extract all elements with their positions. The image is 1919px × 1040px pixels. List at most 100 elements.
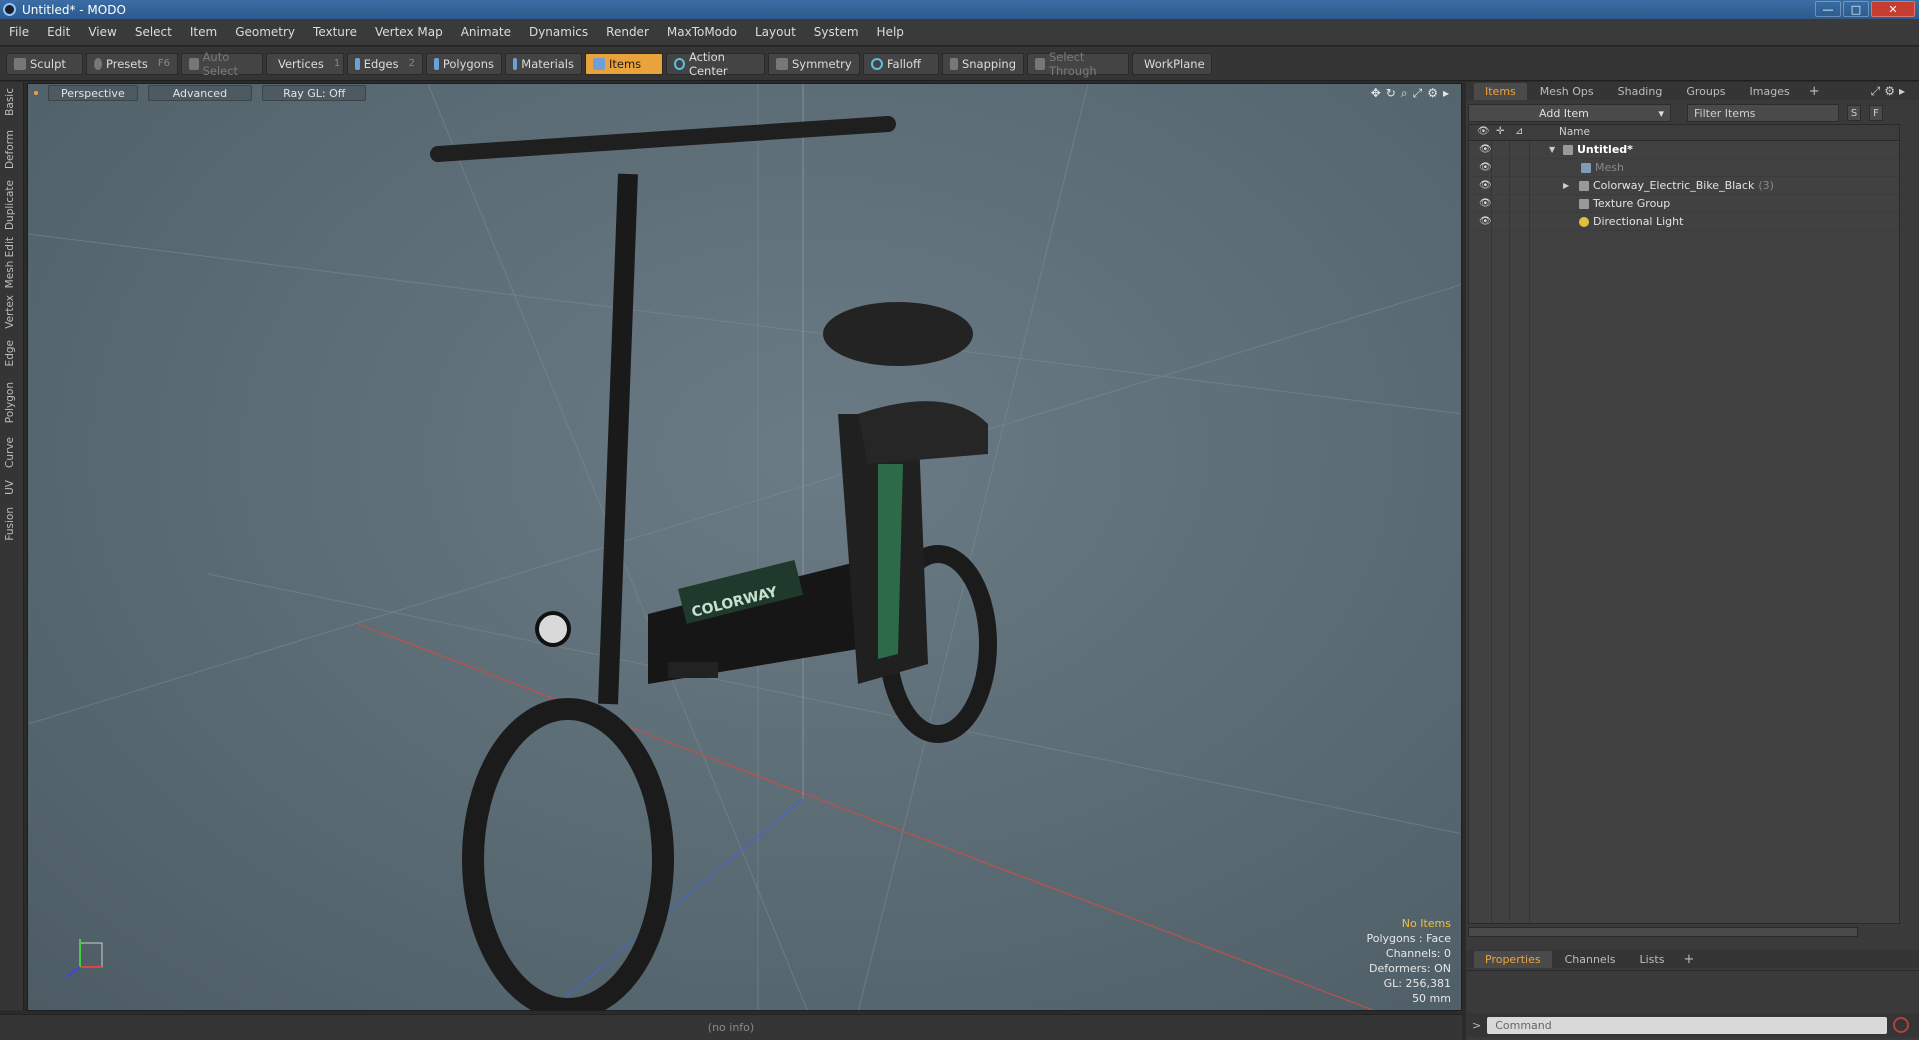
axis-cube bbox=[79, 942, 103, 968]
edges-button[interactable]: Edges 2 bbox=[347, 52, 423, 75]
command-input[interactable]: Command bbox=[1487, 1016, 1888, 1034]
tab-polygon[interactable]: Polygon bbox=[4, 382, 16, 423]
tab-vertex[interactable]: Vertex bbox=[4, 295, 16, 329]
rotate-icon[interactable]: ↻ bbox=[1386, 86, 1396, 101]
list-item-directional-light[interactable]: 👁 Directional Light bbox=[1469, 213, 1899, 231]
workplane-button[interactable]: WorkPlane bbox=[1132, 52, 1212, 75]
selection-info: No Items bbox=[1401, 917, 1451, 930]
menu-maxtomodo[interactable]: MaxToModo bbox=[658, 25, 746, 39]
visibility-eye-icon[interactable]: 👁 bbox=[1479, 180, 1492, 191]
close-button[interactable]: ✕ bbox=[1871, 1, 1915, 17]
command-record-icon[interactable] bbox=[1893, 1017, 1910, 1033]
list-item-bike[interactable]: 👁 ▶ Colorway_Electric_Bike_Black (3) bbox=[1469, 177, 1899, 195]
tab-edge[interactable]: Edge bbox=[4, 340, 16, 366]
items-tabs: Items Mesh Ops Shading Groups Images + ⤢… bbox=[1466, 82, 1919, 100]
visibility-column-icon[interactable]: 👁 bbox=[1477, 126, 1490, 137]
fit-icon[interactable]: ⤢ bbox=[1413, 86, 1423, 101]
menu-animate[interactable]: Animate bbox=[452, 25, 520, 39]
presets-button[interactable]: Presets F6 bbox=[86, 52, 178, 75]
mesh-icon bbox=[1581, 162, 1591, 173]
list-item-untitled[interactable]: 👁 ▼ Untitled* bbox=[1469, 141, 1899, 159]
tab-basic[interactable]: Basic bbox=[4, 88, 16, 116]
tab-mesh-ops[interactable]: Mesh Ops bbox=[1529, 83, 1605, 100]
auto-select-button[interactable]: Auto Select bbox=[181, 50, 263, 78]
tab-uv[interactable]: UV bbox=[4, 480, 16, 495]
polygons-button[interactable]: Polygons bbox=[426, 52, 502, 75]
menu-texture[interactable]: Texture bbox=[304, 25, 366, 39]
menu-vertex-map[interactable]: Vertex Map bbox=[366, 25, 452, 39]
s-button[interactable]: S bbox=[1847, 105, 1861, 121]
f-button[interactable]: F bbox=[1869, 105, 1883, 121]
viewport-menu-arrow-icon[interactable]: ▸ bbox=[1443, 86, 1449, 101]
view-type-button[interactable]: Perspective bbox=[48, 85, 138, 101]
menu-select[interactable]: Select bbox=[126, 25, 181, 39]
shading-mode-button[interactable]: Advanced bbox=[147, 85, 253, 101]
menu-item[interactable]: Item bbox=[181, 25, 226, 39]
menu-render[interactable]: Render bbox=[597, 25, 658, 39]
add-item-dropdown[interactable]: Add Item ▾ bbox=[1468, 104, 1671, 122]
settings-gear-icon[interactable]: ⚙ bbox=[1427, 86, 1438, 101]
menu-dynamics[interactable]: Dynamics bbox=[520, 25, 597, 39]
action-center-button[interactable]: Action Center bbox=[666, 50, 765, 78]
col-sep-2 bbox=[1509, 125, 1510, 925]
tab-deform[interactable]: Deform bbox=[4, 130, 16, 169]
deformers-info: Deformers: ON bbox=[1369, 962, 1451, 975]
zoom-icon[interactable]: ⌕ bbox=[1401, 86, 1408, 101]
tab-duplicate[interactable]: Duplicate bbox=[4, 180, 16, 230]
tab-curve[interactable]: Curve bbox=[4, 437, 16, 468]
list-item-mesh[interactable]: 👁 Mesh bbox=[1469, 159, 1899, 177]
falloff-icon bbox=[871, 57, 883, 70]
visibility-eye-icon[interactable]: 👁 bbox=[1479, 216, 1492, 227]
tab-lists[interactable]: Lists bbox=[1629, 951, 1676, 968]
tab-fusion[interactable]: Fusion bbox=[4, 507, 16, 541]
filter-items-input[interactable]: Filter Items bbox=[1687, 104, 1839, 122]
visibility-eye-icon[interactable]: 👁 bbox=[1479, 162, 1492, 173]
list-item-texture-group[interactable]: 👁 Texture Group bbox=[1469, 195, 1899, 213]
visibility-eye-icon[interactable]: 👁 bbox=[1479, 198, 1492, 209]
pan-icon[interactable]: ✥ bbox=[1371, 86, 1381, 101]
materials-button[interactable]: Materials bbox=[505, 52, 582, 75]
menu-system[interactable]: System bbox=[805, 25, 868, 39]
tab-groups[interactable]: Groups bbox=[1675, 83, 1736, 100]
items-button[interactable]: Items bbox=[585, 52, 663, 75]
menu-view[interactable]: View bbox=[79, 25, 125, 39]
visibility-eye-icon[interactable]: 👁 bbox=[1479, 144, 1492, 155]
maximize-button[interactable]: □ bbox=[1843, 1, 1869, 17]
electric-bike-model[interactable] bbox=[430, 116, 997, 1010]
tab-channels[interactable]: Channels bbox=[1554, 951, 1627, 968]
gl-info: GL: 256,381 bbox=[1383, 977, 1451, 990]
menu-geometry[interactable]: Geometry bbox=[226, 25, 304, 39]
expand-arrow-icon[interactable]: ▶ bbox=[1563, 181, 1569, 190]
expand-arrow-icon[interactable]: ▼ bbox=[1549, 145, 1555, 154]
raygl-toggle[interactable]: Ray GL: Off bbox=[262, 85, 367, 101]
panel-options-icons[interactable]: ⤢⚙▸ bbox=[1871, 84, 1909, 99]
3d-viewport[interactable]: COLORWAY Perspective Advanced Ray GL: Of… bbox=[27, 83, 1462, 1011]
menu-edit[interactable]: Edit bbox=[38, 25, 79, 39]
tab-shading[interactable]: Shading bbox=[1607, 83, 1674, 100]
properties-tabs: Properties Channels Lists + bbox=[1466, 950, 1919, 968]
select-through-button[interactable]: Select Through bbox=[1027, 50, 1129, 78]
main-toolbar: Sculpt Presets F6 Auto Select Vertices 1 E… bbox=[0, 47, 1919, 81]
symmetry-button[interactable]: Symmetry bbox=[768, 52, 860, 75]
snapping-button[interactable]: Snapping bbox=[942, 52, 1024, 75]
minimize-button[interactable]: — bbox=[1815, 1, 1841, 17]
lock-column-icon[interactable]: ✛ bbox=[1496, 126, 1504, 137]
add-tab-icon[interactable]: + bbox=[1677, 952, 1700, 967]
menu-layout[interactable]: Layout bbox=[746, 25, 805, 39]
tab-images[interactable]: Images bbox=[1739, 83, 1801, 100]
sculpt-button[interactable]: Sculpt bbox=[6, 52, 83, 75]
tab-items[interactable]: Items bbox=[1474, 82, 1527, 100]
seat bbox=[823, 302, 973, 366]
menu-help[interactable]: Help bbox=[868, 25, 913, 39]
items-icon bbox=[593, 57, 605, 70]
render-column-icon[interactable]: ⊿ bbox=[1515, 126, 1523, 137]
tab-mesh-edit[interactable]: Mesh Edit bbox=[4, 237, 16, 288]
add-tab-icon[interactable]: + bbox=[1803, 84, 1826, 99]
item-list-scrollbar[interactable] bbox=[1468, 927, 1858, 937]
vertices-button[interactable]: Vertices 1 bbox=[266, 52, 344, 75]
name-column-header[interactable]: Name bbox=[1559, 126, 1590, 138]
menu-file[interactable]: File bbox=[0, 25, 38, 39]
falloff-button[interactable]: Falloff bbox=[863, 52, 939, 75]
modo-app-icon bbox=[3, 3, 16, 16]
tab-properties[interactable]: Properties bbox=[1474, 950, 1552, 968]
